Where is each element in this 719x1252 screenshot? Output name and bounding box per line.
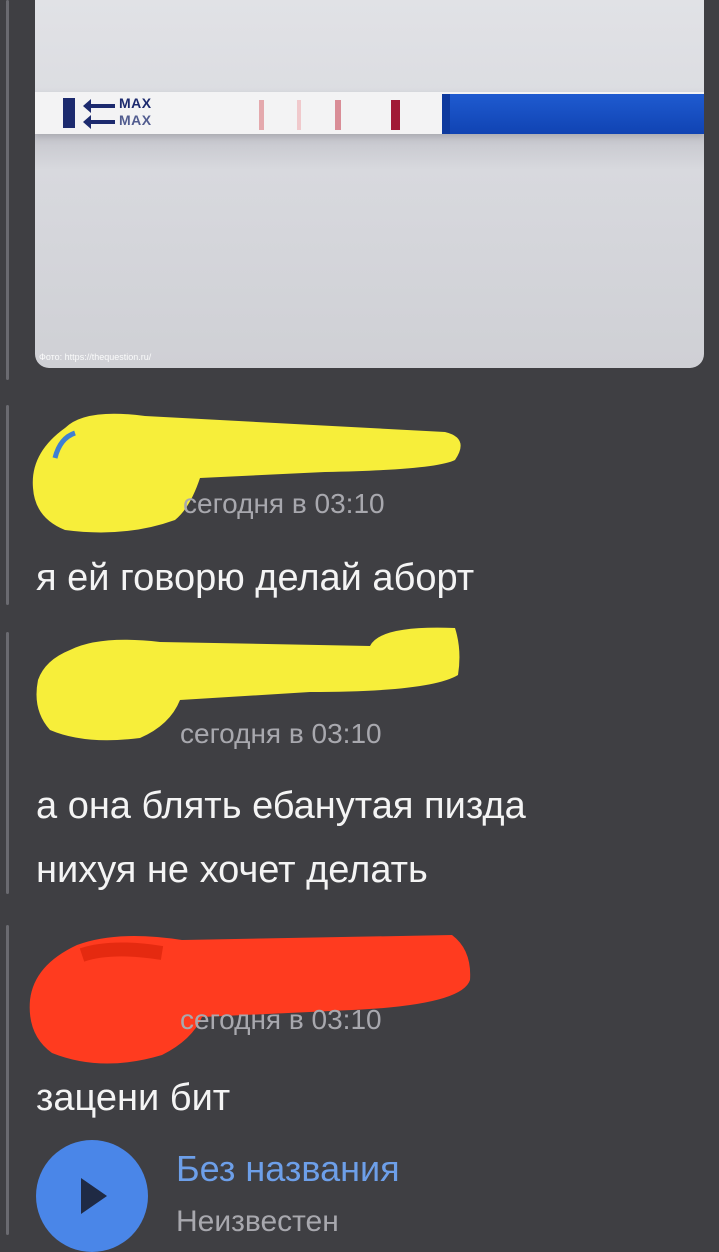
strip-label: MAX [119, 112, 152, 128]
thread-indicator [6, 0, 9, 380]
pregnancy-test-strip: MAX MAX [35, 92, 704, 134]
photo-attachment[interactable]: MAX MAX Фото: https://thequestion.ru/ [35, 0, 704, 368]
message-text: а она блять ебанутая пизда [36, 785, 526, 827]
thread-indicator [6, 925, 9, 1235]
strip-marker [63, 98, 75, 128]
thread-indicator [6, 405, 9, 605]
audio-artist: Неизвестен [176, 1205, 339, 1238]
strip-handle-edge [442, 94, 450, 134]
thread-indicator [6, 632, 9, 894]
arrow-left-icon [83, 99, 115, 129]
message-text: я ей говорю делай аборт [36, 557, 475, 599]
message-timestamp: сегодня в 03:10 [180, 1004, 382, 1035]
redacted-author-scribble [29, 935, 471, 1064]
control-line [391, 100, 400, 130]
message-timestamp: сегодня в 03:10 [180, 718, 382, 749]
test-line [259, 100, 264, 130]
strip-handle [442, 94, 704, 134]
message-text: зацени бит [36, 1077, 231, 1119]
audio-play-button[interactable] [36, 1140, 148, 1252]
strip-label: MAX [119, 95, 152, 111]
photo-shadow [35, 130, 704, 170]
test-line [297, 100, 301, 130]
photo-credit: Фото: https://thequestion.ru/ [39, 352, 152, 362]
test-line [335, 100, 341, 130]
message-text: нихуя не хочет делать [36, 849, 428, 891]
audio-title[interactable]: Без названия [176, 1148, 400, 1190]
message-timestamp: сегодня в 03:10 [183, 488, 385, 519]
play-icon [81, 1178, 107, 1214]
